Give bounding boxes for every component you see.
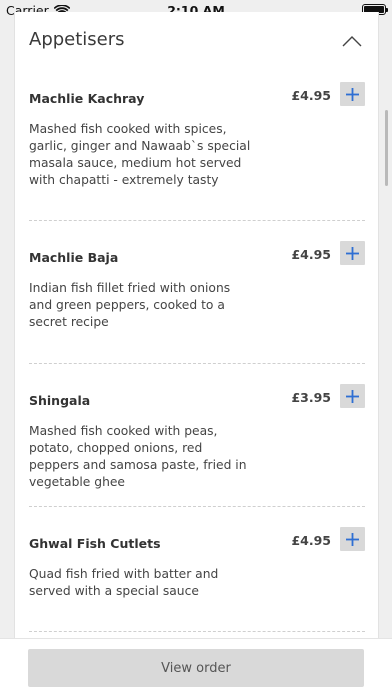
item-description: Indian fish fillet fried with onions and…: [29, 281, 231, 329]
footer-bar: View order: [0, 638, 392, 696]
section-title: Appetisers: [29, 29, 125, 50]
item-name: Machlie Kachray: [29, 91, 145, 106]
item-description: Mashed fish cooked with peas, potato, ch…: [29, 424, 247, 489]
item-divider: [29, 506, 365, 507]
item-price: £4.95: [291, 88, 331, 103]
item-description: Quad fish fried with batter and served w…: [29, 567, 219, 598]
add-item-button[interactable]: [340, 384, 365, 408]
item-name: Machlie Baja: [29, 250, 119, 265]
add-item-button[interactable]: [340, 241, 365, 265]
item-price: £4.95: [291, 533, 331, 548]
section-header[interactable]: Appetisers: [15, 12, 378, 70]
menu-section-card: Appetisers Machlie Kachray £4.95 Mashed …: [14, 12, 379, 652]
item-divider: [29, 363, 365, 364]
plus-icon: [346, 246, 359, 260]
add-item-button[interactable]: [340, 527, 365, 551]
plus-icon: [346, 532, 359, 546]
plus-icon: [346, 87, 359, 101]
item-divider: [29, 631, 365, 632]
scroll-indicator[interactable]: [385, 110, 388, 186]
collapse-button[interactable]: [340, 30, 364, 54]
item-divider: [29, 220, 365, 221]
plus-icon: [346, 389, 359, 403]
item-price: £4.95: [291, 247, 331, 262]
chevron-up-icon: [342, 36, 362, 47]
item-name: Shingala: [29, 393, 91, 408]
item-price: £3.95: [291, 390, 331, 405]
view-order-button[interactable]: View order: [28, 649, 364, 687]
item-description: Mashed fish cooked with spices, garlic, …: [29, 122, 251, 187]
item-name: Ghwal Fish Cutlets: [29, 536, 161, 551]
add-item-button[interactable]: [340, 82, 365, 106]
